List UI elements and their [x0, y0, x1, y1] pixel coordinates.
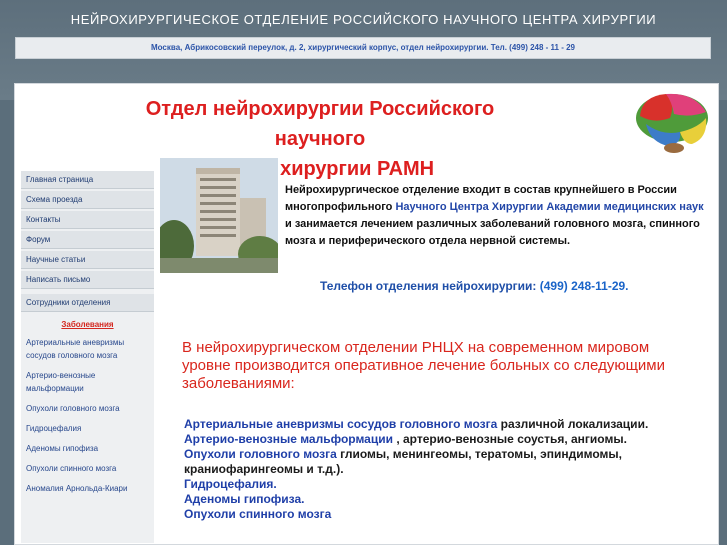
sidebar-item-home[interactable]: Главная страница	[21, 171, 154, 189]
phone-label: Телефон отделения нейрохирургии:	[320, 279, 537, 293]
brain-logo	[636, 93, 708, 153]
rnc-surgery-link[interactable]: Научного Центра Хирургии Академии медици…	[395, 201, 703, 213]
disease-desc: различной локализации.	[500, 417, 649, 431]
disease-link-brain-tumors[interactable]: Опухоли головного мозга	[184, 447, 337, 461]
sidebar: Главная страница Схема проезда Контакты …	[21, 171, 154, 543]
site-title: НЕЙРОХИРУРГИЧЕСКОЕ ОТДЕЛЕНИЕ РОССИЙСКОГО…	[70, 12, 657, 27]
phone-number: (499) 248-11-29.	[539, 279, 629, 293]
intro-text-after: и занимается лечением различных заболева…	[285, 218, 700, 247]
sidebar-disease-avm[interactable]: Артерио-венозные мальформации	[21, 369, 154, 395]
sidebar-item-write-letter[interactable]: Написать письмо	[21, 271, 154, 289]
sidebar-item-contacts[interactable]: Контакты	[21, 211, 154, 229]
list-item: Опухоли спинного мозга	[184, 507, 704, 522]
disease-link-pituitary-adenomas[interactable]: Аденомы гипофиза.	[184, 492, 304, 506]
list-item: Гидроцефалия.	[184, 477, 704, 492]
sidebar-disease-hydrocephalus[interactable]: Гидроцефалия	[21, 422, 154, 435]
department-phone: Телефон отделения нейрохирургии: (499) 2…	[320, 279, 629, 293]
hospital-building-photo	[160, 158, 278, 273]
list-item: Артерио-венозные мальформации , артерио-…	[184, 432, 704, 447]
sidebar-item-forum[interactable]: Форум	[21, 231, 154, 249]
list-item: Опухоли головного мозга глиомы, менингео…	[184, 447, 704, 477]
disease-link-spinal-tumors[interactable]: Опухоли спинного мозга	[184, 507, 331, 521]
treatment-lead-text: В нейрохирургическом отделении РНЦХ на с…	[182, 339, 665, 392]
list-item: Артериальные аневризмы сосудов головного…	[184, 417, 704, 432]
disease-list: Артериальные аневризмы сосудов головного…	[184, 417, 704, 522]
list-item: Аденомы гипофиза.	[184, 492, 704, 507]
sidebar-disease-spinal-tumors[interactable]: Опухоли спинного мозга	[21, 462, 154, 475]
sidebar-item-staff[interactable]: Сотрудники отделения	[21, 294, 154, 312]
address-bar: Москва, Абрикосовский переулок, д. 2, хи…	[15, 37, 711, 59]
disease-link-avm[interactable]: Артерио-венозные мальформации	[184, 432, 393, 446]
sidebar-item-articles[interactable]: Научные статьи	[21, 251, 154, 269]
disease-link-hydrocephalus[interactable]: Гидроцефалия.	[184, 477, 277, 491]
disease-link-aneurysms[interactable]: Артериальные аневризмы сосудов головного…	[184, 417, 497, 431]
page-title-line1: Отдел нейрохирургии Российского научного	[145, 98, 495, 150]
sidebar-disease-pituitary-adenomas[interactable]: Аденомы гипофиза	[21, 442, 154, 455]
sidebar-item-directions[interactable]: Схема проезда	[21, 191, 154, 209]
disease-desc: , артерио-венозные соустья, ангиомы.	[396, 432, 627, 446]
sidebar-disease-chiari[interactable]: Аномалия Арнольда-Киари	[21, 482, 154, 495]
sidebar-disease-brain-tumors[interactable]: Опухоли головного мозга	[21, 402, 154, 415]
main-content: Отдел нейрохирургии Российского научного…	[14, 83, 719, 545]
sidebar-disease-aneurysms[interactable]: Артериальные аневризмы сосудов головного…	[21, 336, 154, 362]
diseases-title-link[interactable]: Заболевания	[21, 320, 154, 329]
intro-paragraph: Нейрохирургическое отделение входит в со…	[285, 182, 705, 250]
